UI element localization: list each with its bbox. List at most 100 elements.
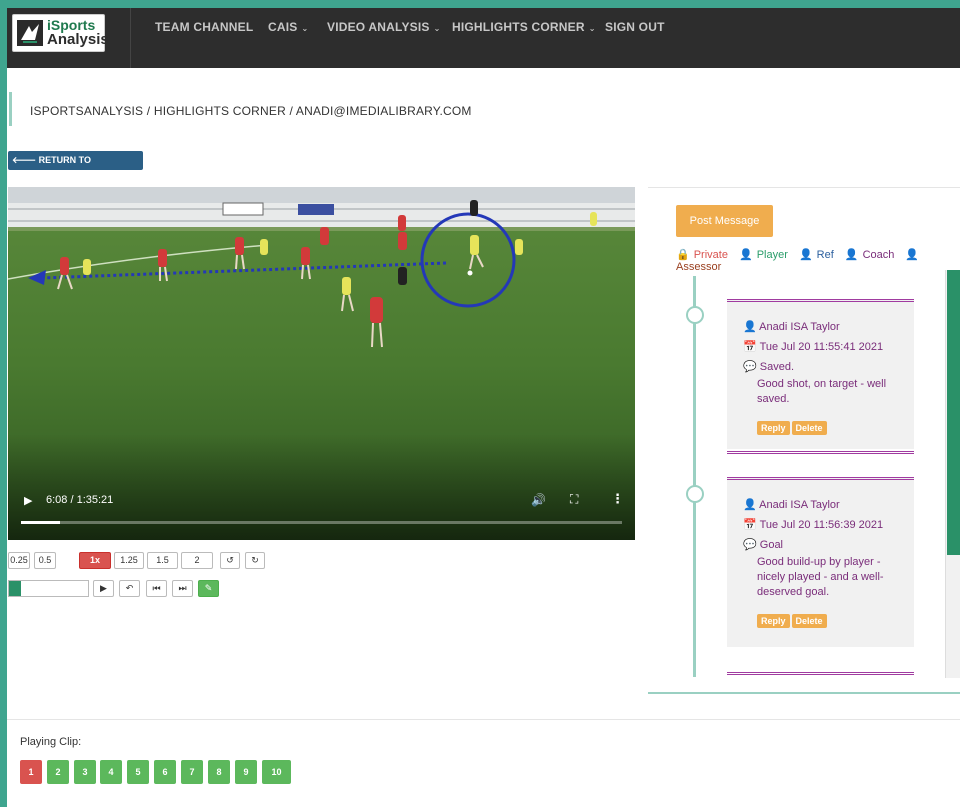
role-legend: 🔒 Private 👤 Player 👤 Ref 👤 Coach 👤 Assessor <box>676 248 960 273</box>
author-text: Anadi ISA Taylor <box>759 499 840 511</box>
rotate-right-button[interactable]: ↻ <box>245 552 265 569</box>
message-text: Good shot, on target - well saved. <box>757 378 887 405</box>
clip-button-4[interactable]: 4 <box>100 760 122 784</box>
speed-button-1x[interactable]: 1x <box>79 552 111 569</box>
legend-label: Private <box>693 249 728 261</box>
message-author: 👤 Anadi ISA Taylor <box>743 498 904 511</box>
message-separator <box>727 451 914 454</box>
skip-back-icon: ⏮ <box>152 583 161 593</box>
message-title: 💬 Goal <box>743 538 904 551</box>
video-progress-bar[interactable] <box>21 521 622 524</box>
message-timeline <box>693 276 696 677</box>
volume-icon[interactable]: 🔊 <box>531 493 546 507</box>
play-button[interactable]: ▶ <box>93 580 114 597</box>
skip-forward-icon: ⏭ <box>178 583 187 593</box>
undo-button[interactable]: ↶ <box>119 580 140 597</box>
fullscreen-icon[interactable]: ⛶ <box>570 492 578 507</box>
nav-cais[interactable]: CAIS ⌄ <box>268 20 308 34</box>
date-text: Tue Jul 20 11:55:41 2021 <box>759 341 884 353</box>
lock-icon: 🔒 <box>676 249 690 261</box>
message-author: 👤 Anadi ISA Taylor <box>743 320 904 333</box>
nav-team-channel[interactable]: TEAM CHANNEL <box>155 20 253 34</box>
clip-button-1[interactable]: 1 <box>20 760 42 784</box>
clip-progress-fill <box>9 581 21 596</box>
rotate-right-icon: ↻ <box>251 555 259 565</box>
nav-video-analysis[interactable]: VIDEO ANALYSIS ⌄ <box>327 20 441 34</box>
rotate-left-icon: ↺ <box>226 555 234 565</box>
panel-bottom-divider <box>648 692 960 694</box>
legend-private: 🔒 Private <box>676 249 732 261</box>
speed-button-0-5[interactable]: 0.5 <box>34 552 56 569</box>
nav-label: VIDEO ANALYSIS <box>327 20 430 34</box>
nav-label: HIGHLIGHTS CORNER <box>452 20 585 34</box>
breadcrumb-accent-bar <box>9 92 12 126</box>
rotate-left-button[interactable]: ↺ <box>220 552 240 569</box>
nav-label: CAIS <box>268 20 298 34</box>
logo-text-line2: Analysis <box>47 31 109 48</box>
timeline-node <box>686 306 704 324</box>
video-frame <box>8 187 635 540</box>
clip-button-6[interactable]: 6 <box>154 760 176 784</box>
message-actions: Reply Delete <box>757 611 904 629</box>
message-date: 📅 Tue Jul 20 11:56:39 2021 <box>743 518 904 531</box>
nav-highlights-corner[interactable]: HIGHLIGHTS CORNER ⌄ <box>452 20 596 34</box>
post-message-button[interactable]: Post Message <box>676 205 773 237</box>
legend-label: Player <box>756 249 788 261</box>
edit-button[interactable]: ✎ <box>198 580 219 597</box>
clip-button-5[interactable]: 5 <box>127 760 149 784</box>
nav-sign-out[interactable]: SIGN OUT <box>605 20 665 34</box>
logo-area: iSports Analysis <box>7 8 131 68</box>
date-text: Tue Jul 20 11:56:39 2021 <box>759 519 884 531</box>
undo-icon: ↶ <box>125 583 134 593</box>
calendar-icon: 📅 <box>743 341 760 353</box>
clip-button-10[interactable]: 10 <box>262 760 291 784</box>
edit-icon: ✎ <box>204 583 213 593</box>
user-icon: 👤 <box>905 249 920 261</box>
delete-button[interactable]: Delete <box>791 421 827 435</box>
title-text: Saved. <box>759 361 795 373</box>
logo[interactable]: iSports Analysis <box>12 14 109 52</box>
chevron-down-icon: ⌄ <box>433 24 441 33</box>
legend-label: Assessor <box>676 261 722 273</box>
user-icon: 👤 <box>844 249 859 261</box>
video-player[interactable]: ▶ 6:08 / 1:35:21 🔊 ⛶ ⋮ <box>8 187 635 540</box>
timeline-node <box>686 485 704 503</box>
legend-coach: 👤 Coach <box>845 249 899 261</box>
clip-button-3[interactable]: 3 <box>74 760 96 784</box>
playing-clip-label: Playing Clip: <box>20 736 82 748</box>
user-icon: 👤 <box>798 249 813 261</box>
breadcrumb: ISPORTSANALYSIS / HIGHLIGHTS CORNER / AN… <box>30 104 472 118</box>
message-date: 📅 Tue Jul 20 11:55:41 2021 <box>743 340 904 353</box>
reply-button[interactable]: Reply <box>757 614 790 628</box>
previous-button[interactable]: ⏮ <box>146 580 167 597</box>
messages-scrollbar[interactable] <box>945 270 960 678</box>
clip-button-8[interactable]: 8 <box>208 760 230 784</box>
nav-label: SIGN OUT <box>605 20 665 34</box>
message-card: 👤 Anadi ISA Taylor 📅 Tue Jul 20 11:55:41… <box>727 299 914 449</box>
scrollbar-thumb[interactable] <box>947 270 960 555</box>
user-icon: 👤 <box>743 499 760 511</box>
speed-button-1-5[interactable]: 1.5 <box>147 552 178 569</box>
play-icon: ▶ <box>100 583 107 593</box>
video-time: 6:08 / 1:35:21 <box>46 494 114 506</box>
panel-divider <box>648 187 960 188</box>
clip-button-2[interactable]: 2 <box>47 760 69 784</box>
more-options-icon[interactable]: ⋮ <box>611 491 624 507</box>
calendar-icon: 📅 <box>743 519 760 531</box>
reply-button[interactable]: Reply <box>757 421 790 435</box>
delete-button[interactable]: Delete <box>791 614 827 628</box>
chevron-down-icon: ⌄ <box>301 24 309 33</box>
comment-icon: 💬 <box>743 539 760 551</box>
return-to-highlights-button[interactable]: 🡐 RETURN TO HIGHLIGHTS <box>8 151 143 184</box>
clip-progress-bar[interactable] <box>8 580 89 597</box>
next-button[interactable]: ⏭ <box>172 580 193 597</box>
speed-button-0-25[interactable]: 0.25 <box>8 552 30 569</box>
arrow-left-icon: 🡐 <box>12 155 39 165</box>
legend-ref: 👤 Ref <box>799 249 838 261</box>
speed-button-1-25[interactable]: 1.25 <box>114 552 144 569</box>
video-play-icon[interactable]: ▶ <box>24 494 32 507</box>
clip-button-7[interactable]: 7 <box>181 760 203 784</box>
speed-button-2[interactable]: 2 <box>181 552 213 569</box>
section-divider <box>7 719 960 720</box>
clip-button-9[interactable]: 9 <box>235 760 257 784</box>
